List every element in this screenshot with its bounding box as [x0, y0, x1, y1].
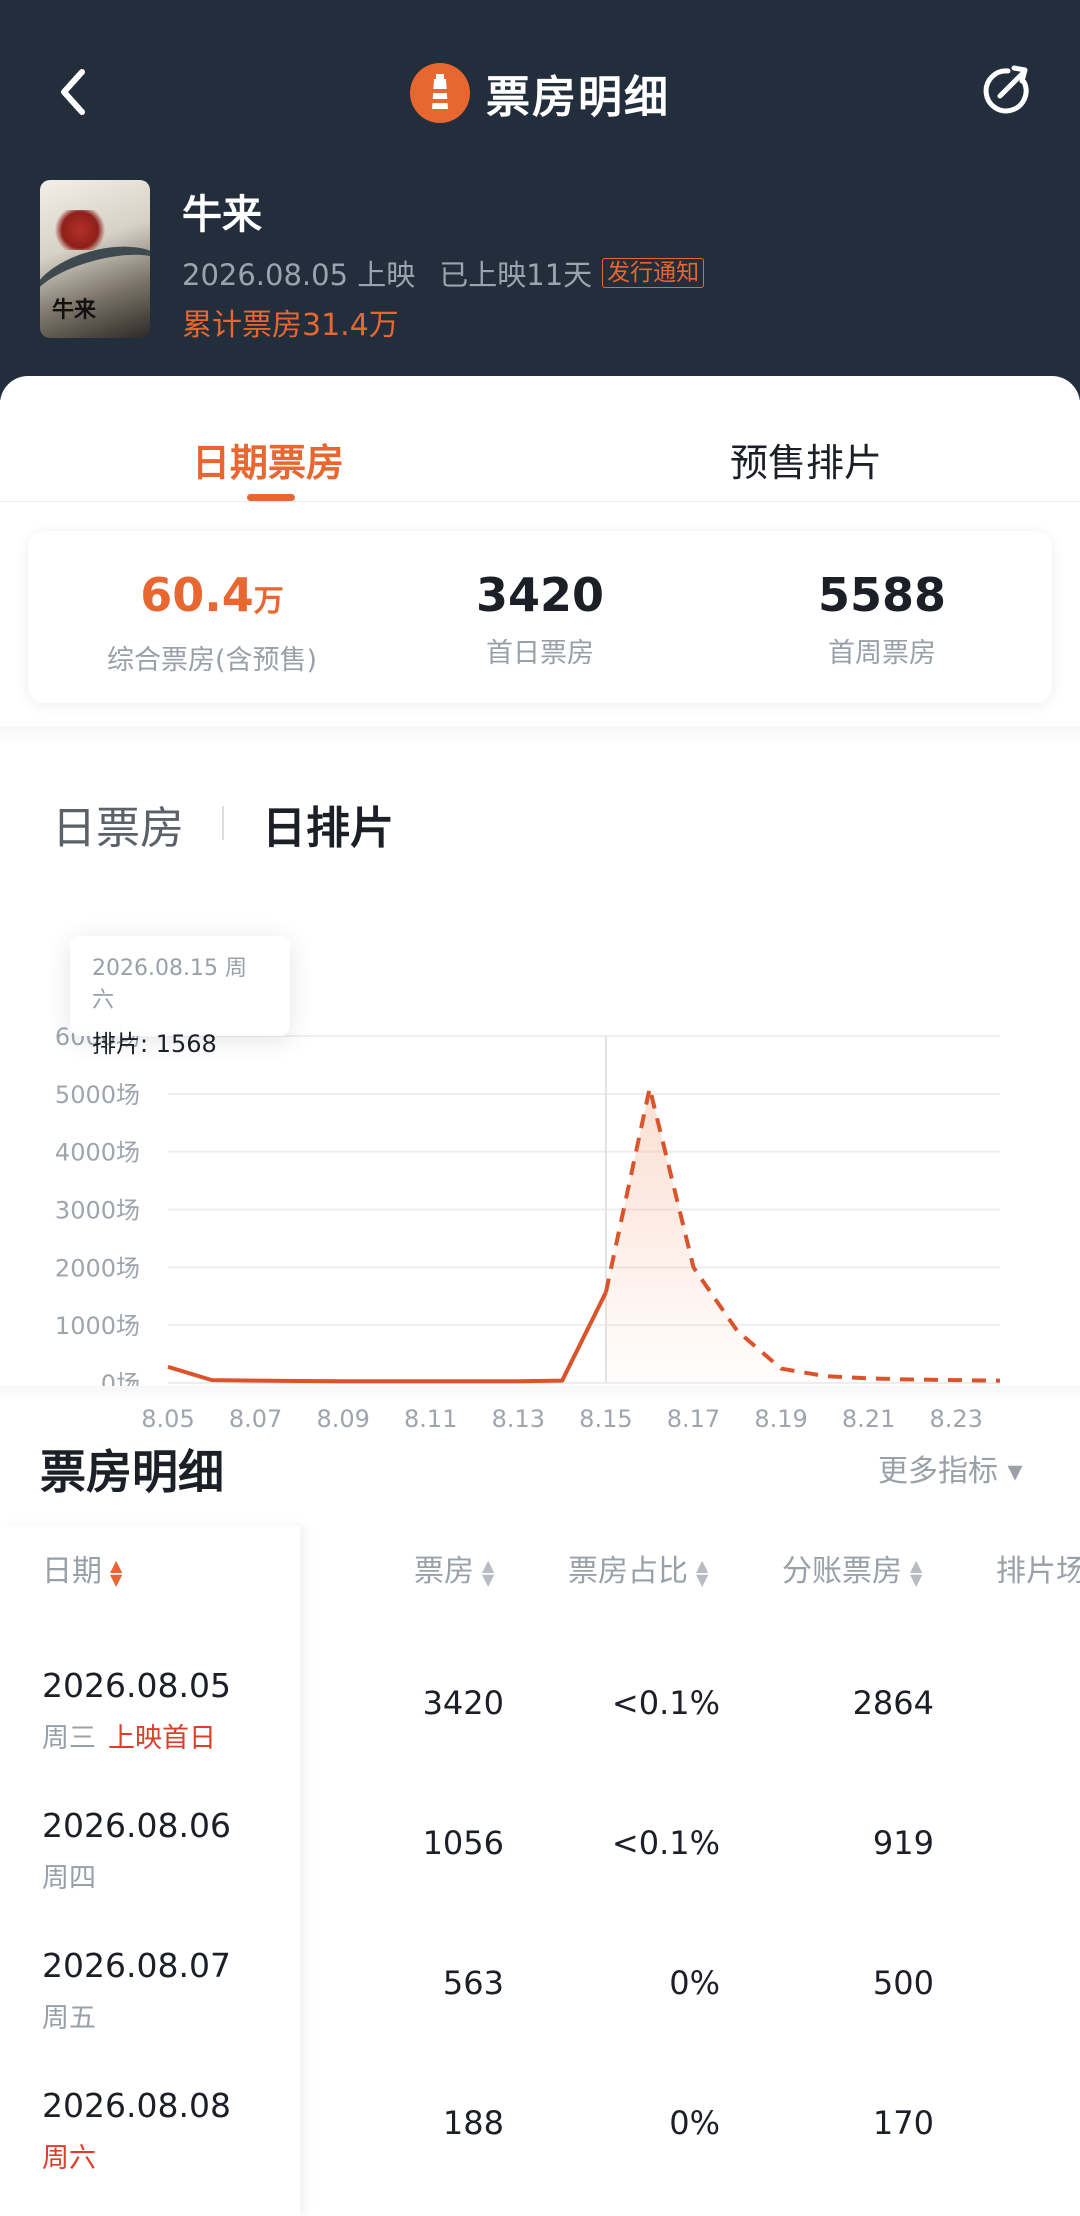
- y-tick-label: 4000场: [55, 1139, 140, 1167]
- lighthouse-logo-icon: [410, 63, 470, 123]
- cell-share: <0.1%: [611, 1684, 720, 1722]
- table-row[interactable]: 2026.08.08 周六 188 0% 170: [0, 2064, 1080, 2204]
- row-date: 2026.08.07: [42, 1946, 231, 1985]
- tooltip-date: 2026.08.15 周六: [92, 956, 247, 1013]
- tab-indicator: [247, 494, 295, 501]
- title-bar: 票房明细: [0, 58, 1080, 128]
- x-tick-label: 8.23: [929, 1405, 982, 1433]
- column-header-share[interactable]: 票房占比 ▲ ▼: [568, 1546, 708, 1590]
- row-weekday: 周五: [42, 2003, 96, 2034]
- more-metrics-dropdown[interactable]: 更多指标 ▾: [878, 1446, 1023, 1490]
- sort-icon: ▲ ▼: [110, 1555, 123, 1589]
- row-weekday: 周三 上映首日: [42, 1723, 216, 1754]
- y-tick-label: 5000场: [55, 1081, 140, 1109]
- cell-split: 919: [872, 1824, 934, 1862]
- cell-box: 563: [442, 1964, 504, 2002]
- row-date: 2026.08.06: [42, 1806, 231, 1845]
- tab-presale[interactable]: 预售排片: [730, 432, 882, 487]
- toggle-separator: [222, 806, 224, 840]
- divider: [0, 501, 1080, 502]
- cell-box: 1056: [422, 1824, 504, 1862]
- x-tick-label: 8.11: [404, 1405, 457, 1433]
- x-tick-label: 8.09: [316, 1405, 369, 1433]
- column-header-split[interactable]: 分账票房 ▲ ▼: [782, 1546, 922, 1590]
- stats-card: 60.4万 综合票房(含预售) 3420 首日票房 5588 首周票房: [28, 531, 1052, 703]
- x-tick-label: 8.13: [492, 1405, 545, 1433]
- stat-value: 3420: [475, 568, 605, 622]
- row-weekday: 周四: [42, 1863, 96, 1894]
- stat-value: 5588: [817, 568, 947, 622]
- table-row[interactable]: 2026.08.07 周五 563 0% 500: [0, 1924, 1080, 2064]
- stat-unit: 万: [253, 584, 284, 619]
- stat-label: 首周票房: [828, 638, 936, 669]
- stat-value: 60.4: [140, 568, 254, 622]
- days-showing: 已上映11天: [439, 258, 593, 292]
- stat-first-day: 3420 首日票房: [380, 565, 700, 670]
- poster-title: 牛来: [52, 298, 97, 323]
- share-refresh-icon[interactable]: [978, 62, 1036, 120]
- cell-split: 500: [872, 1964, 934, 2002]
- tooltip-value: 排片: 1568: [92, 1030, 217, 1058]
- x-tick-label: 8.07: [229, 1405, 282, 1433]
- section-gap: [0, 1386, 1080, 1402]
- stat-total: 60.4万 综合票房(含预售): [52, 565, 372, 677]
- cell-box: 188: [442, 2104, 504, 2142]
- stat-label: 综合票房(含预售): [106, 645, 318, 676]
- stat-label: 首日票房: [486, 638, 594, 669]
- release-day-tag: 上映首日: [108, 1723, 216, 1754]
- series-line-actual: [167, 1291, 608, 1384]
- chart-tooltip: 2026.08.15 周六 排片: 1568: [70, 936, 290, 1058]
- row-weekday: 周六: [42, 2143, 96, 2174]
- release-date: 2026.08.05 上映: [182, 258, 416, 292]
- cell-split: 2864: [852, 1684, 934, 1722]
- movie-poster[interactable]: 牛来: [40, 180, 150, 338]
- stat-first-week: 5588 首周票房: [722, 565, 1042, 670]
- cell-share: <0.1%: [611, 1824, 720, 1862]
- main-panel: 日期票房 预售排片 60.4万 综合票房(含预售) 3420 首日票房 5588…: [0, 376, 1080, 2216]
- movie-name: 牛来: [182, 192, 262, 238]
- x-tick-label: 8.17: [667, 1405, 720, 1433]
- y-tick-label: 2000场: [55, 1254, 140, 1282]
- sort-icon: ▲ ▼: [482, 1555, 495, 1589]
- x-tick-label: 8.05: [141, 1405, 194, 1433]
- movie-meta: 2026.08.05 上映 已上映11天 发行通知: [182, 252, 705, 294]
- y-tick-label: 1000场: [55, 1312, 140, 1340]
- sort-icon: ▲ ▼: [696, 1555, 709, 1589]
- column-header-date[interactable]: 日期 ▲ ▼: [42, 1546, 122, 1590]
- cumulative-box: 累计票房31.4万: [182, 308, 399, 343]
- sort-icon: ▲ ▼: [910, 1555, 923, 1589]
- cell-share: 0%: [669, 1964, 720, 2002]
- x-tick-label: 8.21: [842, 1405, 895, 1433]
- table-row[interactable]: 2026.08.05 周三 上映首日 3420 <0.1% 2864: [0, 1644, 1080, 1784]
- tab-date-box[interactable]: 日期票房: [192, 432, 344, 487]
- cell-split: 170: [872, 2104, 934, 2142]
- forecast-area: [605, 1088, 1000, 1383]
- y-tick-label: 3000场: [55, 1197, 140, 1225]
- x-tick-label: 8.15: [579, 1405, 632, 1433]
- notice-badge[interactable]: 发行通知: [602, 258, 705, 288]
- header: 票房明细 牛来 牛来 2026.08.05 上映 已上映11天 发行通知 累计票…: [0, 0, 1080, 400]
- column-header-box[interactable]: 票房 ▲ ▼: [414, 1546, 494, 1590]
- cell-box: 3420: [422, 1684, 504, 1722]
- table-row[interactable]: 2026.08.06 周四 1056 <0.1% 919: [0, 1784, 1080, 1924]
- toggle-daily-schedule[interactable]: 日排片: [262, 792, 394, 856]
- section-gap: [0, 726, 1080, 746]
- toggle-daily-box[interactable]: 日票房: [52, 792, 184, 856]
- row-date: 2026.08.05: [42, 1666, 231, 1705]
- page-title: 票房明细: [486, 72, 670, 123]
- x-tick-label: 8.19: [754, 1405, 807, 1433]
- cell-share: 0%: [669, 2104, 720, 2142]
- column-header-screenings[interactable]: 排片场: [996, 1546, 1080, 1590]
- detail-title: 票房明细: [40, 1445, 224, 1499]
- row-date: 2026.08.08: [42, 2086, 231, 2125]
